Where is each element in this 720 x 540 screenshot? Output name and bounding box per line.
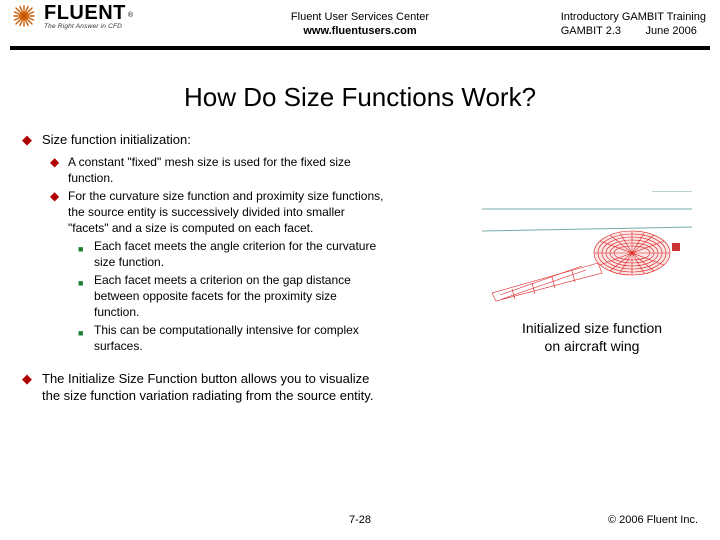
figure-caption: Initialized size function on aircraft wi… bbox=[482, 319, 702, 355]
bullet-level1: ◆ Size function initialization: bbox=[22, 131, 477, 148]
square-bullet-icon: ■ bbox=[78, 238, 94, 270]
diamond-bullet-icon: ◆ bbox=[22, 131, 42, 148]
header-right-line1: Introductory GAMBIT Training bbox=[561, 10, 706, 24]
fluent-logo-mark bbox=[10, 2, 38, 30]
header-center: Fluent User Services Center www.fluentus… bbox=[291, 10, 429, 38]
slide-title: How Do Size Functions Work? bbox=[0, 82, 720, 113]
bullet-text: The Initialize Size Function button allo… bbox=[42, 370, 382, 404]
bullet-text: For the curvature size function and prox… bbox=[68, 188, 388, 236]
aircraft-wing-mesh-image bbox=[482, 191, 692, 311]
registered-mark: ® bbox=[128, 12, 133, 19]
diamond-bullet-icon: ◆ bbox=[50, 154, 68, 186]
bullet-level3: ■ Each facet meets a criterion on the ga… bbox=[78, 272, 477, 320]
header-date: June 2006 bbox=[645, 25, 696, 37]
fluent-logo: FLUENT® The Right Answer in CFD bbox=[10, 2, 131, 30]
bullet-text: Each facet meets the angle criterion for… bbox=[94, 238, 384, 270]
bullet-level2: ◆ A constant "fixed" mesh size is used f… bbox=[50, 154, 477, 186]
square-bullet-icon: ■ bbox=[78, 322, 94, 354]
diamond-bullet-icon: ◆ bbox=[50, 188, 68, 236]
copyright: © 2006 Fluent Inc. bbox=[608, 514, 698, 526]
diamond-bullet-icon: ◆ bbox=[22, 370, 42, 404]
figure: Initialized size function on aircraft wi… bbox=[482, 191, 702, 410]
header-rule bbox=[10, 46, 710, 50]
logo-wordmark: FLUENT bbox=[44, 2, 126, 24]
bullet-level3: ■ This can be computationally intensive … bbox=[78, 322, 477, 354]
header-center-line1: Fluent User Services Center bbox=[291, 10, 429, 24]
bullet-text: A constant "fixed" mesh size is used for… bbox=[68, 154, 388, 186]
figure-caption-line1: Initialized size function bbox=[522, 320, 662, 336]
square-bullet-icon: ■ bbox=[78, 272, 94, 320]
header-right: Introductory GAMBIT Training GAMBIT 2.3 … bbox=[561, 10, 706, 38]
slide-content: ◆ Size function initialization: ◆ A cons… bbox=[22, 131, 477, 410]
bullet-text: This can be computationally intensive fo… bbox=[94, 322, 384, 354]
header-url: www.fluentusers.com bbox=[291, 24, 429, 38]
bullet-level2: ◆ For the curvature size function and pr… bbox=[50, 188, 477, 236]
header-version: GAMBIT 2.3 bbox=[561, 24, 621, 38]
figure-caption-line2: on aircraft wing bbox=[545, 338, 640, 354]
bullet-text: Each facet meets a criterion on the gap … bbox=[94, 272, 384, 320]
slide-header: FLUENT® The Right Answer in CFD Fluent U… bbox=[0, 0, 720, 54]
logo-tagline: The Right Answer in CFD bbox=[44, 23, 131, 30]
slide-footer: 7-28 © 2006 Fluent Inc. bbox=[0, 514, 720, 526]
page-number: 7-28 bbox=[349, 514, 371, 526]
bullet-level3: ■ Each facet meets the angle criterion f… bbox=[78, 238, 477, 270]
bullet-text: Size function initialization: bbox=[42, 131, 477, 148]
bullet-level1: ◆ The Initialize Size Function button al… bbox=[22, 370, 477, 404]
